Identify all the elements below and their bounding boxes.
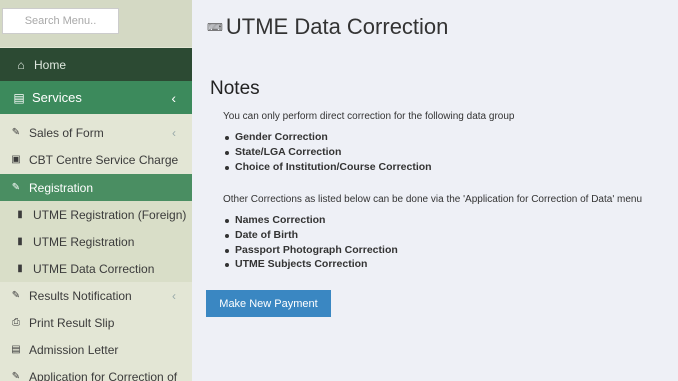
- chevron-left-icon: ‹: [172, 125, 176, 140]
- book-icon: ▮: [17, 263, 23, 274]
- other-correction-list: Names Correction Date of Birth Passport …: [223, 213, 398, 272]
- sidebar-item-label: UTME Registration (Foreign): [33, 207, 187, 222]
- list-item: Date of Birth: [223, 228, 398, 243]
- list-item: UTME Subjects Correction: [223, 257, 398, 272]
- search-input[interactable]: [2, 8, 119, 34]
- sidebar-item-admission-letter[interactable]: ▤ Admission Letter: [0, 336, 192, 363]
- sidebar-item-cbt-centre[interactable]: ▣ CBT Centre Service Charge: [0, 146, 192, 173]
- sidebar-item-label: Sales of Form: [29, 125, 104, 140]
- sidebar-item-label: Registration: [29, 180, 94, 195]
- sidebar-item-utme-data-correction[interactable]: ▮ UTME Data Correction: [0, 255, 192, 282]
- sidebar-item-application-for-correction[interactable]: ✎ Application for Correction of: [0, 363, 192, 381]
- sidebar: ⌂ Home ▤ Services ‹ ✎ Sales of Form ‹ ▣ …: [0, 0, 192, 381]
- main-content: ⌨ UTME Data Correction Notes You can onl…: [192, 0, 678, 381]
- direct-correction-list: Gender Correction State/LGA Correction C…: [223, 130, 432, 174]
- intro-text: You can only perform direct correction f…: [223, 111, 515, 122]
- sidebar-item-results-notification[interactable]: ✎ Results Notification ‹: [0, 282, 192, 309]
- sidebar-item-utme-registration-foreign[interactable]: ▮ UTME Registration (Foreign): [0, 201, 192, 228]
- sidebar-item-label: Admission Letter: [29, 342, 119, 357]
- chevron-left-icon: ‹: [171, 89, 176, 106]
- document-icon: ▤: [11, 344, 21, 355]
- search-area: [0, 0, 192, 47]
- page-title-text: UTME Data Correction: [225, 14, 449, 39]
- sidebar-item-label: Print Result Slip: [29, 315, 115, 330]
- sidebar-item-label: UTME Data Correction: [33, 261, 155, 276]
- money-icon: ▣: [11, 154, 21, 165]
- edit-icon: ✎: [11, 127, 21, 138]
- edit-icon: ✎: [11, 182, 21, 193]
- sidebar-item-label: Services: [32, 90, 82, 105]
- sidebar-item-label: Home: [34, 57, 67, 72]
- keyboard-icon: ⌨: [207, 21, 223, 34]
- list-item: Gender Correction: [223, 130, 432, 145]
- sidebar-item-label: UTME Registration: [33, 234, 135, 249]
- sidebar-item-utme-registration[interactable]: ▮ UTME Registration: [0, 228, 192, 255]
- services-icon: ▤: [13, 90, 25, 105]
- book-icon: ▮: [17, 209, 23, 220]
- edit-icon: ✎: [11, 290, 21, 301]
- sidebar-item-label: Results Notification: [29, 288, 132, 303]
- list-item: Passport Photograph Correction: [223, 243, 398, 258]
- list-item: Choice of Institution/Course Correction: [223, 160, 432, 175]
- edit-icon: ✎: [11, 371, 21, 381]
- sidebar-item-print-result-slip[interactable]: ⎙ Print Result Slip: [0, 309, 192, 336]
- chevron-left-icon: ‹: [172, 288, 176, 303]
- sidebar-item-services[interactable]: ▤ Services ‹: [0, 81, 192, 114]
- page-title: ⌨ UTME Data Correction: [207, 14, 448, 40]
- sidebar-item-sales-of-form[interactable]: ✎ Sales of Form ‹: [0, 119, 192, 146]
- sidebar-item-label: Application for Correction of: [29, 369, 178, 381]
- list-item: State/LGA Correction: [223, 145, 432, 160]
- home-icon: ⌂: [17, 57, 25, 72]
- make-new-payment-button[interactable]: Make New Payment: [206, 290, 331, 317]
- print-icon: ⎙: [12, 317, 20, 328]
- sidebar-item-label: CBT Centre Service Charge: [29, 152, 179, 167]
- notes-heading: Notes: [210, 78, 260, 99]
- book-icon: ▮: [17, 236, 23, 247]
- sidebar-item-home[interactable]: ⌂ Home: [0, 48, 192, 81]
- list-item: Names Correction: [223, 213, 398, 228]
- other-corrections-text: Other Corrections as listed below can be…: [223, 194, 643, 205]
- sidebar-item-registration[interactable]: ✎ Registration: [0, 174, 192, 201]
